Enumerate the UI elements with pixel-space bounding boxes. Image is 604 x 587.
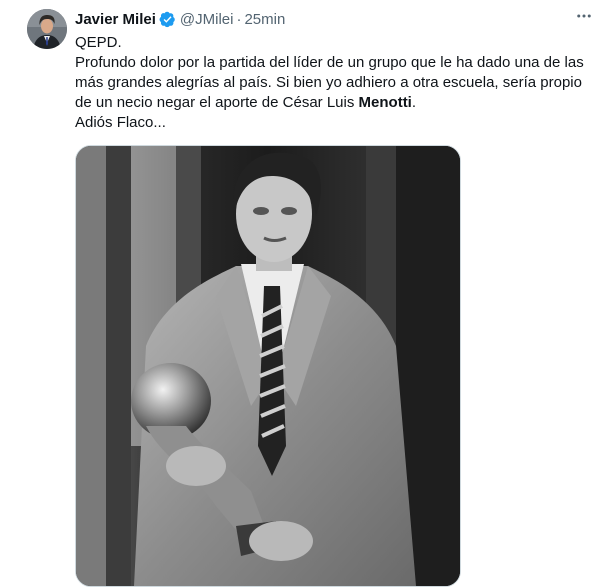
separator-dot: · xyxy=(236,10,242,28)
more-horizontal-icon xyxy=(575,7,593,30)
verified-badge-icon xyxy=(159,11,176,28)
tweet-line-qepd: QEPD. xyxy=(75,34,122,51)
tweet-period: . xyxy=(411,94,417,111)
author-avatar[interactable] xyxy=(27,9,67,49)
author-handle[interactable]: @JMilei xyxy=(180,11,234,28)
tweet-photo[interactable] xyxy=(75,145,461,587)
tweet-line-message: Profundo dolor por la partida del líder … xyxy=(75,53,595,113)
tweet-bold-name: Menotti xyxy=(358,94,412,111)
tweet: Javier Milei @JMilei · 25min QEPD. Profu… xyxy=(0,0,604,587)
tweet-line-farewell: Adiós Flaco... xyxy=(75,114,166,131)
tweet-timestamp[interactable]: 25min xyxy=(244,11,285,28)
tweet-message-text: Profundo dolor por la partida del líder … xyxy=(75,54,584,111)
tweet-text: QEPD. Profundo dolor por la partida del … xyxy=(75,33,595,133)
tweet-header: Javier Milei @JMilei · 25min xyxy=(75,9,285,29)
author-name[interactable]: Javier Milei xyxy=(75,11,156,28)
more-options-button[interactable] xyxy=(570,8,598,28)
